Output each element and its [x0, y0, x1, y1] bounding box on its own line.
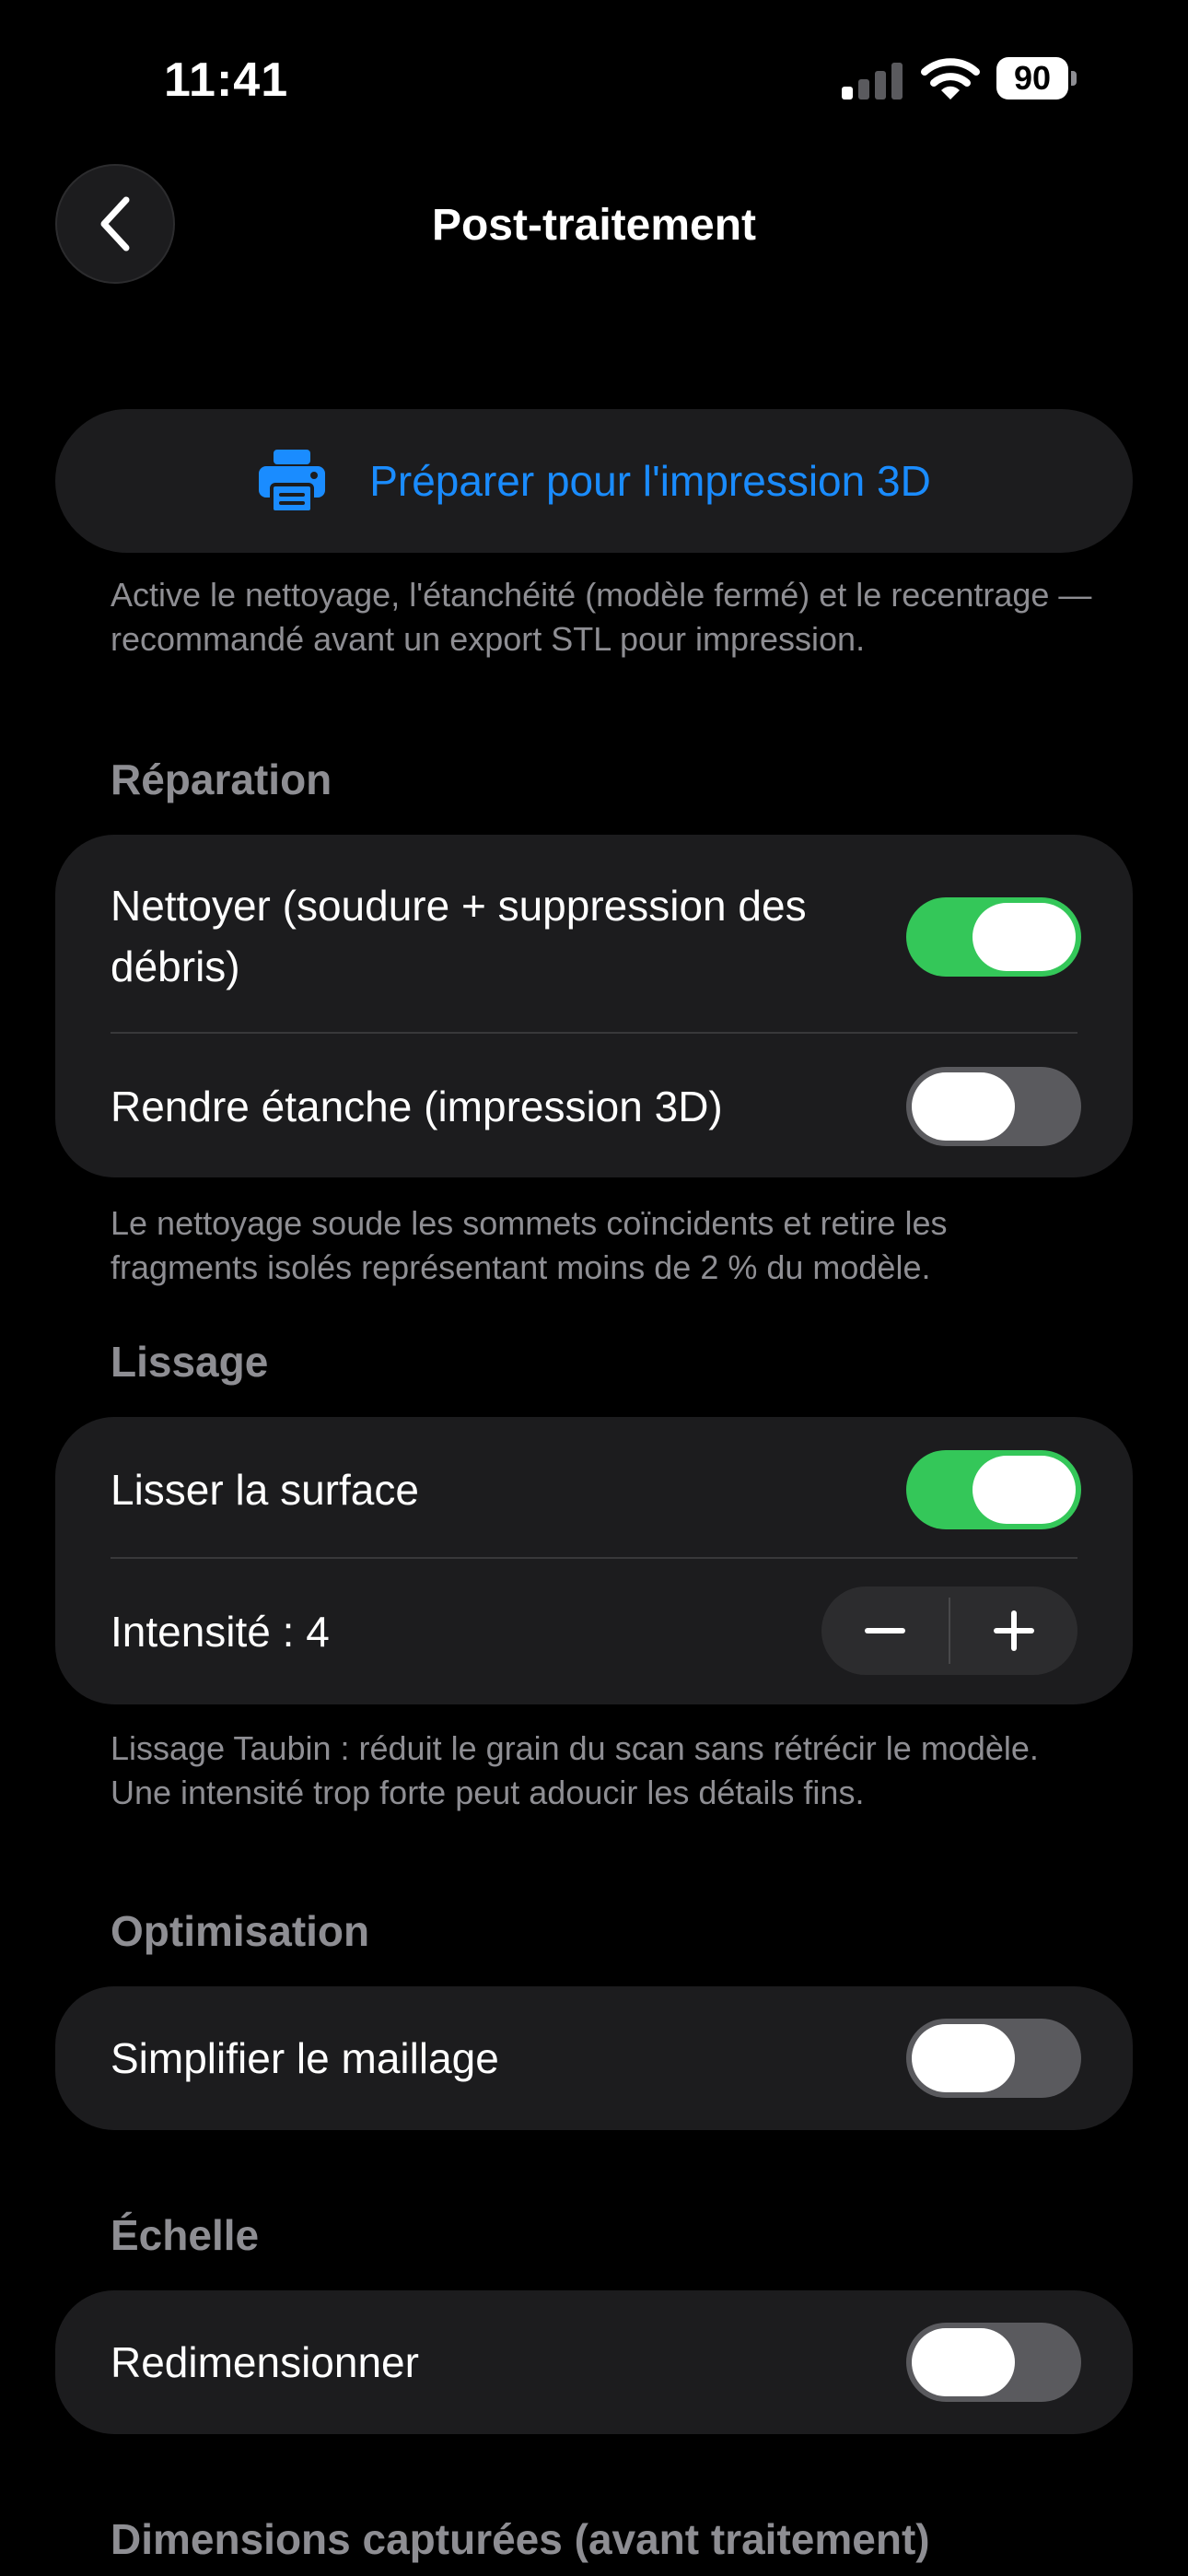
intensity-increment-button[interactable] — [950, 1587, 1077, 1675]
status-time: 11:41 — [164, 53, 289, 107]
toggle-knob — [912, 1072, 1015, 1141]
smooth-surface-label: Lisser la surface — [111, 1466, 419, 1514]
simplify-mesh-label: Simplifier le maillage — [111, 2034, 499, 2082]
resize-toggle[interactable] — [906, 2323, 1081, 2402]
intensity-stepper — [821, 1587, 1077, 1675]
minus-icon — [865, 1628, 905, 1633]
clean-label: Nettoyer (soudure + suppression des débr… — [111, 882, 807, 990]
row-divider — [111, 1032, 1077, 1034]
section-header-smoothing: Lissage — [111, 1338, 269, 1386]
toggle-knob — [973, 1456, 1076, 1524]
toggle-knob — [912, 2024, 1015, 2092]
intensity-label: Intensité : 4 — [111, 1608, 330, 1656]
printer-icon — [259, 450, 326, 514]
section-header-optimization: Optimisation — [111, 1907, 370, 1955]
smoothing-card: Lisser la surface Intensité : 4 — [55, 1417, 1133, 1704]
prepare-3d-print-label: Préparer pour l'impression 3D — [369, 457, 931, 505]
prepare-3d-print-button[interactable]: Préparer pour l'impression 3D — [55, 409, 1133, 553]
post-processing-screen: 11:41 90 Post-traitement Préparer pour l… — [0, 0, 1188, 2576]
prepare-footer: Active le nettoyage, l'étanchéité (modèl… — [111, 576, 1092, 658]
section-header-scale: Échelle — [111, 2211, 260, 2259]
repair-footer: Le nettoyage soude les sommets coïnciden… — [111, 1204, 948, 1286]
scale-card: Redimensionner — [55, 2290, 1133, 2434]
repair-card: Nettoyer (soudure + suppression des débr… — [55, 835, 1133, 1177]
battery-icon: 90 — [996, 57, 1077, 100]
toggle-knob — [912, 2328, 1015, 2396]
signal-icon — [842, 63, 903, 100]
battery-cap — [1071, 71, 1077, 86]
section-header-dimensions: Dimensions capturées (avant traitement) — [111, 2515, 930, 2563]
page-title: Post-traitement — [431, 201, 757, 250]
simplify-mesh-toggle[interactable] — [906, 2019, 1081, 2098]
plus-icon — [994, 1610, 1034, 1651]
toggle-knob — [973, 903, 1076, 971]
wifi-icon — [921, 58, 980, 100]
optimization-card: Simplifier le maillage — [55, 1986, 1133, 2130]
battery-level: 90 — [996, 57, 1068, 100]
smooth-surface-toggle[interactable] — [906, 1450, 1081, 1529]
clean-toggle[interactable] — [906, 897, 1081, 977]
section-header-repair: Réparation — [111, 755, 332, 803]
intensity-decrement-button[interactable] — [821, 1587, 949, 1675]
watertight-label: Rendre étanche (impression 3D) — [111, 1083, 723, 1130]
row-divider — [111, 1557, 1077, 1559]
watertight-toggle[interactable] — [906, 1067, 1081, 1146]
resize-label: Redimensionner — [111, 2338, 419, 2386]
smoothing-footer: Lissage Taubin : réduit le grain du scan… — [111, 1729, 1039, 1811]
